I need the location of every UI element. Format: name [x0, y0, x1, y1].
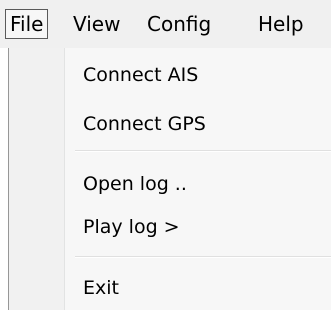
menu-item-connect-gps[interactable]: Connect GPS: [83, 107, 206, 141]
menu-item-exit[interactable]: Exit: [83, 271, 119, 305]
menu-view[interactable]: View: [73, 10, 120, 38]
menu-item-connect-ais[interactable]: Connect AIS: [83, 58, 198, 92]
menu-icon-gutter: [9, 48, 65, 310]
menu-help[interactable]: Help: [258, 10, 304, 38]
menu-separator: [75, 256, 331, 258]
file-dropdown-menu: Connect AIS Connect GPS Open log .. Play…: [8, 48, 331, 310]
menu-item-play-log[interactable]: Play log >: [83, 210, 180, 244]
menu-separator: [75, 150, 331, 152]
menu-file[interactable]: File: [5, 9, 49, 39]
menu-config[interactable]: Config: [147, 10, 211, 38]
menu-bar: File View Config Help: [0, 0, 331, 48]
menu-item-open-log[interactable]: Open log ..: [83, 167, 187, 201]
